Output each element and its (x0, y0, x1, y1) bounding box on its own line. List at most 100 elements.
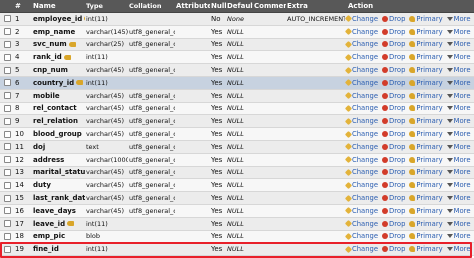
drop-link[interactable]: Drop (382, 104, 405, 112)
table-row[interactable]: 9 rel_relation varchar(45) utf8_general_ci Y… (0, 115, 474, 129)
more-link[interactable]: More (446, 232, 471, 240)
row-checkbox[interactable] (4, 28, 11, 36)
change-link[interactable]: Change (345, 181, 378, 189)
table-row[interactable]: 3 svc_num varchar(25) utf8_general_ci Yes NUL… (0, 38, 474, 52)
change-link[interactable]: Change (345, 28, 378, 36)
drop-link[interactable]: Drop (382, 181, 405, 189)
table-row[interactable]: 10 blood_group varchar(45) utf8_general_ci Y… (0, 128, 474, 141)
primary-link[interactable]: Primary (409, 220, 443, 228)
more-link[interactable]: More (446, 168, 471, 176)
primary-link[interactable]: Primary (409, 28, 443, 36)
row-checkbox[interactable] (4, 181, 11, 189)
change-link[interactable]: Change (345, 40, 378, 48)
change-link[interactable]: Change (345, 104, 378, 112)
drop-link[interactable]: Drop (382, 117, 405, 125)
more-link[interactable]: More (446, 66, 471, 74)
more-link[interactable]: More (446, 28, 471, 36)
table-row[interactable]: 1 employee_id int(11) No None AUTO_INCREMENT C… (0, 13, 474, 26)
table-row[interactable]: 11 doj text utf8_general_ci Yes NULL Change Dro… (0, 140, 474, 154)
table-row[interactable]: 15 last_rank_date varchar(45) utf8_general_… (0, 192, 474, 205)
change-link[interactable]: Change (345, 232, 378, 240)
table-row[interactable]: 2 emp_name varchar(145) utf8_general_ci Yes N… (0, 25, 474, 39)
drop-link[interactable]: Drop (382, 130, 405, 138)
row-checkbox[interactable] (4, 53, 11, 61)
more-link[interactable]: More (446, 194, 471, 202)
more-link[interactable]: More (446, 130, 471, 138)
row-checkbox[interactable] (4, 156, 11, 164)
primary-link[interactable]: Primary (409, 40, 443, 48)
more-link[interactable]: More (446, 207, 471, 215)
table-row[interactable]: 13 marital_status varchar(45) utf8_general_… (0, 166, 474, 180)
row-checkbox[interactable] (4, 220, 11, 228)
more-link[interactable]: More (446, 104, 471, 112)
row-checkbox[interactable] (4, 143, 11, 151)
drop-link[interactable]: Drop (382, 156, 405, 164)
primary-link[interactable]: Primary (409, 53, 443, 61)
change-link[interactable]: Change (345, 220, 378, 228)
table-row[interactable]: 17 leave_id int(11) Yes NULL Change Drop Primar… (0, 217, 474, 231)
table-row[interactable]: 8 rel_contact varchar(45) utf8_general_ci Ye… (0, 102, 474, 116)
primary-link[interactable]: Primary (409, 156, 443, 164)
row-checkbox[interactable] (4, 104, 11, 112)
change-link[interactable]: Change (345, 79, 378, 87)
change-link[interactable]: Change (345, 117, 378, 125)
row-checkbox[interactable] (4, 207, 11, 215)
row-checkbox[interactable] (4, 79, 11, 87)
header-name[interactable]: Name (32, 2, 85, 10)
table-row[interactable]: 16 leave_days varchar(45) utf8_general_ci Ye… (0, 204, 474, 218)
primary-link[interactable]: Primary (409, 207, 443, 215)
row-checkbox[interactable] (4, 168, 11, 176)
drop-link[interactable]: Drop (382, 220, 405, 228)
drop-link[interactable]: Drop (382, 143, 405, 151)
drop-link[interactable]: Drop (382, 53, 405, 61)
drop-link[interactable]: Drop (382, 194, 405, 202)
change-link[interactable]: Change (345, 66, 378, 74)
drop-link[interactable]: Drop (382, 79, 405, 87)
primary-link[interactable]: Primary (409, 181, 443, 189)
primary-link[interactable]: Primary (409, 117, 443, 125)
row-checkbox[interactable] (4, 117, 11, 125)
primary-link[interactable]: Primary (409, 104, 443, 112)
drop-link[interactable]: Drop (382, 92, 405, 100)
row-checkbox[interactable] (4, 40, 11, 48)
change-link[interactable]: Change (345, 143, 378, 151)
drop-link[interactable]: Drop (382, 66, 405, 74)
more-link[interactable]: More (446, 53, 471, 61)
change-link[interactable]: Change (345, 130, 378, 138)
row-checkbox[interactable] (4, 130, 11, 138)
primary-link[interactable]: Primary (409, 143, 443, 151)
row-checkbox[interactable] (4, 66, 11, 74)
more-link[interactable]: More (446, 181, 471, 189)
row-checkbox[interactable] (4, 194, 11, 202)
more-link[interactable]: More (446, 15, 471, 23)
primary-link[interactable]: Primary (409, 79, 443, 87)
drop-link[interactable]: Drop (382, 40, 405, 48)
row-checkbox[interactable] (4, 232, 11, 240)
table-row[interactable]: 6 country_id int(11) Yes NULL Change Drop Prima… (0, 76, 474, 90)
change-link[interactable]: Change (345, 53, 378, 61)
change-link[interactable]: Change (345, 92, 378, 100)
table-row[interactable]: 7 mobile varchar(45) utf8_general_ci Yes NULL… (0, 89, 474, 103)
table-row[interactable]: 14 duty varchar(45) utf8_general_ci Yes NULL C… (0, 179, 474, 193)
more-link[interactable]: More (446, 220, 471, 228)
change-link[interactable]: Change (345, 156, 378, 164)
more-link[interactable]: More (446, 117, 471, 125)
drop-link[interactable]: Drop (382, 28, 405, 36)
primary-link[interactable]: Primary (409, 66, 443, 74)
table-row[interactable]: 12 address varchar(1000) utf8_general_ci Yes… (0, 153, 474, 167)
more-link[interactable]: More (446, 143, 471, 151)
more-link[interactable]: More (446, 92, 471, 100)
primary-link[interactable]: Primary (409, 130, 443, 138)
change-link[interactable]: Change (345, 194, 378, 202)
primary-link[interactable]: Primary (409, 232, 443, 240)
drop-link[interactable]: Drop (382, 168, 405, 176)
row-checkbox[interactable] (4, 92, 11, 100)
primary-link[interactable]: Primary (409, 168, 443, 176)
more-link[interactable]: More (446, 156, 471, 164)
table-row[interactable]: 4 rank_id int(11) Yes NULL Change Drop Primary M… (0, 51, 474, 65)
primary-link[interactable]: Primary (409, 92, 443, 100)
drop-link[interactable]: Drop (382, 232, 405, 240)
table-row[interactable]: 5 cnp_num varchar(45) utf8_general_ci Yes NUL… (0, 64, 474, 77)
more-link[interactable]: More (446, 40, 471, 48)
drop-link[interactable]: Drop (382, 207, 405, 215)
